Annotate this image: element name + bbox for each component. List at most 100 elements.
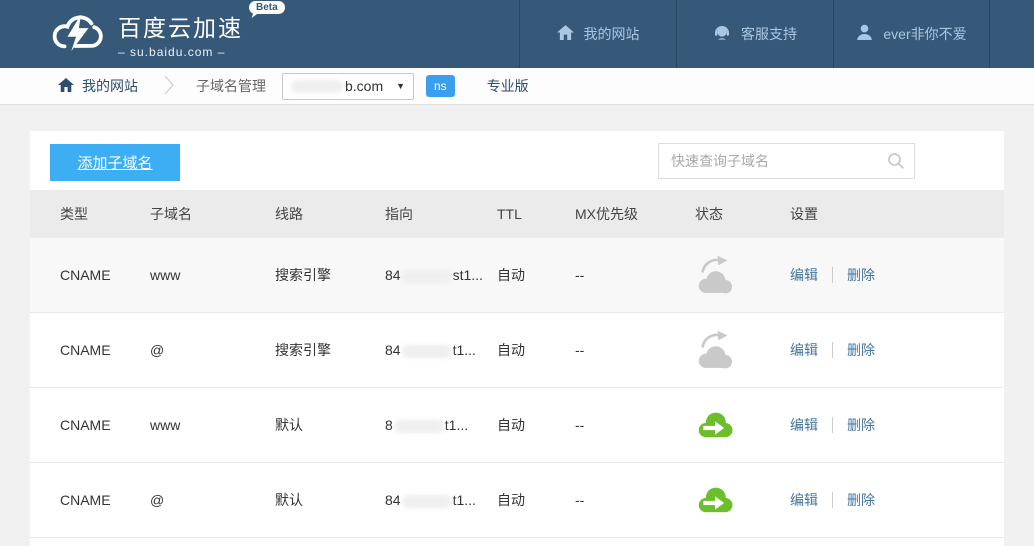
nav-item-account[interactable]: ever非你不爱: [833, 0, 990, 68]
breadcrumb-section-label: 子域名管理: [196, 76, 266, 96]
col-header-status: 状态: [695, 204, 790, 224]
plan-version-link[interactable]: 专业版: [487, 76, 529, 96]
action-divider: [832, 492, 833, 508]
col-header-ttl: TTL: [497, 206, 575, 222]
redacted-domain-blur: [291, 80, 343, 93]
action-divider: [832, 267, 833, 283]
search-input[interactable]: [658, 143, 915, 179]
status-paused-cloud-icon: [695, 255, 735, 295]
ns-badge[interactable]: ns: [426, 75, 455, 97]
record-subdomain: @: [150, 492, 275, 508]
table-row: CNAME @ 默认 84t1... 自动 --: [30, 463, 1004, 538]
add-subdomain-button[interactable]: 添加子域名: [50, 144, 180, 181]
col-header-mx: MX优先级: [575, 204, 695, 224]
record-type: CNAME: [60, 492, 150, 508]
search-icon[interactable]: [887, 152, 905, 175]
record-line: 默认: [275, 415, 385, 435]
headset-icon: [713, 24, 741, 45]
record-status[interactable]: [695, 485, 790, 516]
record-subdomain: www: [150, 267, 275, 283]
home-icon: [58, 78, 82, 95]
subdomain-card: 添加子域名 类型 子域名 线路 指向 TTL MX优先级 状态 设置: [30, 131, 1004, 546]
redacted-target-blur: [402, 270, 452, 283]
action-divider: [832, 342, 833, 358]
user-icon: [856, 24, 883, 44]
edit-link[interactable]: 编辑: [790, 340, 818, 360]
logo-text: 百度云加速 Beta – su.baidu.com –: [118, 9, 285, 59]
col-header-settings: 设置: [790, 204, 1004, 224]
chevron-down-icon: ▼: [396, 81, 405, 91]
nav-item-support[interactable]: 客服支持: [676, 0, 833, 68]
record-line: 默认: [275, 490, 385, 510]
subdomain-search: [658, 143, 915, 179]
domain-select-value: b.com: [345, 78, 383, 94]
record-type: CNAME: [60, 342, 150, 358]
table-header-row: 类型 子域名 线路 指向 TTL MX优先级 状态 设置: [30, 190, 1004, 238]
breadcrumb-home-link[interactable]: 我的网站: [58, 76, 138, 96]
col-header-type: 类型: [60, 204, 150, 224]
redacted-target-blur: [394, 420, 444, 433]
nav-item-label: 我的网站: [584, 24, 640, 44]
domain-select[interactable]: b.com ▼: [282, 73, 414, 100]
redacted-target-blur: [402, 345, 452, 358]
logo-cloud-lightning-icon: [48, 9, 118, 60]
col-header-subdomain: 子域名: [150, 204, 275, 224]
nav-item-my-websites[interactable]: 我的网站: [519, 0, 676, 68]
record-type: CNAME: [60, 267, 150, 283]
record-target: 8t1...: [385, 417, 497, 433]
record-line: 搜索引擎: [275, 265, 385, 285]
record-ttl: 自动: [497, 490, 575, 510]
delete-link[interactable]: 删除: [847, 415, 875, 435]
record-mx-priority: --: [575, 492, 695, 508]
username-label: ever非你不爱: [883, 24, 966, 44]
record-mx-priority: --: [575, 342, 695, 358]
home-icon: [557, 25, 584, 43]
edit-link[interactable]: 编辑: [790, 490, 818, 510]
record-subdomain: @: [150, 342, 275, 358]
status-paused-cloud-icon: [695, 330, 735, 370]
table-row: CNAME www 搜索引擎 84st1... 自动 --: [30, 238, 1004, 313]
record-target: 84t1...: [385, 492, 497, 508]
delete-link[interactable]: 删除: [847, 340, 875, 360]
record-ttl: 自动: [497, 415, 575, 435]
edit-link[interactable]: 编辑: [790, 265, 818, 285]
record-type: CNAME: [60, 417, 150, 433]
card-toolbar: 添加子域名: [30, 131, 1004, 190]
navbar-menu: 我的网站 客服支持 ever非你不爱: [519, 0, 990, 68]
redacted-target-blur: [402, 495, 452, 508]
record-target: 84st1...: [385, 267, 497, 283]
record-actions: 编辑 删除: [790, 490, 1004, 510]
record-target: 84t1...: [385, 342, 497, 358]
logo-title: 百度云加速: [118, 9, 243, 43]
action-divider: [832, 417, 833, 433]
breadcrumb: 我的网站 子域名管理 b.com ▼ ns 专业版: [0, 68, 1034, 105]
table-body: CNAME www 搜索引擎 84st1... 自动 --: [30, 238, 1004, 538]
delete-link[interactable]: 删除: [847, 490, 875, 510]
col-header-line: 线路: [275, 204, 385, 224]
record-mx-priority: --: [575, 267, 695, 283]
col-header-target: 指向: [385, 204, 497, 224]
record-ttl: 自动: [497, 265, 575, 285]
table-row: CNAME www 默认 8t1... 自动 --: [30, 388, 1004, 463]
nav-item-label: 客服支持: [741, 24, 797, 44]
record-status[interactable]: [695, 330, 790, 370]
logo[interactable]: 百度云加速 Beta – su.baidu.com –: [48, 0, 285, 68]
record-subdomain: www: [150, 417, 275, 433]
record-status[interactable]: [695, 410, 790, 441]
main-content: 添加子域名 类型 子域名 线路 指向 TTL MX优先级 状态 设置: [0, 105, 1034, 546]
edit-link[interactable]: 编辑: [790, 415, 818, 435]
logo-subtitle: – su.baidu.com –: [118, 45, 285, 59]
table-row: CNAME @ 搜索引擎 84t1... 自动 --: [30, 313, 1004, 388]
record-status[interactable]: [695, 255, 790, 295]
chevron-right-icon: [164, 75, 174, 98]
record-actions: 编辑 删除: [790, 415, 1004, 435]
record-actions: 编辑 删除: [790, 340, 1004, 360]
beta-badge: Beta: [249, 1, 285, 14]
record-mx-priority: --: [575, 417, 695, 433]
status-active-cloud-icon: [695, 485, 735, 516]
top-navbar: 百度云加速 Beta – su.baidu.com – 我的网站: [0, 0, 1034, 68]
record-actions: 编辑 删除: [790, 265, 1004, 285]
status-active-cloud-icon: [695, 410, 735, 441]
breadcrumb-home-label: 我的网站: [82, 76, 138, 96]
delete-link[interactable]: 删除: [847, 265, 875, 285]
